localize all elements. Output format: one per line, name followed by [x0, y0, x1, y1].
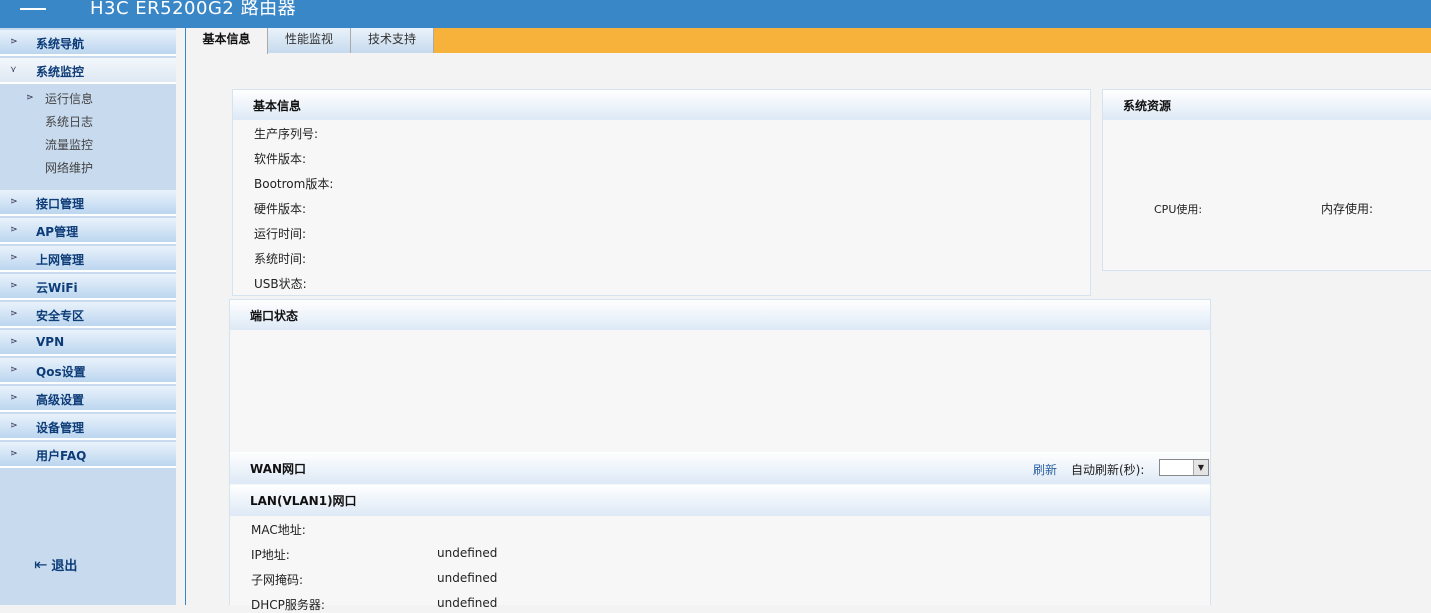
sidebar-item-qos[interactable]: ⋗ Qos设置	[0, 358, 176, 384]
sidebar-item-device[interactable]: ⋗ 设备管理	[0, 414, 176, 440]
sidebar-item-label: 接口管理	[36, 197, 85, 211]
hardware-version-label: 硬件版本:	[254, 202, 307, 216]
expand-arrow-icon: ⋗	[10, 365, 18, 375]
system-time-label: 系统时间:	[254, 252, 307, 266]
tab-bar: 基本信息 性能监视 技术支持	[186, 28, 1431, 54]
port-status-panel: 端口状态 WAN网口 刷新 自动刷新(秒): ▼ LAN(VLAN1)网口 MA…	[229, 299, 1211, 612]
sidebar-item-label: 设备管理	[36, 421, 85, 435]
lan-header: LAN(VLAN1)网口	[230, 485, 1210, 516]
basic-info-panel: 基本信息 生产序列号: 软件版本: Bootrom版本: 硬件版本: 运行时间:…	[232, 89, 1091, 296]
bootrom-version-label: Bootrom版本:	[254, 177, 334, 191]
sub-item-network-maintenance[interactable]: 网络维护	[45, 159, 93, 176]
tab-tech-support[interactable]: 技术支持	[351, 28, 434, 53]
uptime-label: 运行时间:	[254, 227, 307, 241]
expand-arrow-icon: ⋗	[10, 393, 18, 403]
memory-usage-label: 内存使用:	[1321, 202, 1374, 216]
sidebar-item-label: 安全专区	[36, 309, 85, 323]
sidebar-item-advanced[interactable]: ⋗ 高级设置	[0, 386, 176, 412]
chevron-down-icon: ▼	[1193, 460, 1208, 475]
expand-arrow-icon: ⋗	[10, 281, 18, 291]
sidebar-item-ap[interactable]: ⋗ AP管理	[0, 218, 176, 244]
expand-arrow-icon: ⋗	[10, 449, 18, 459]
expand-arrow-icon: ⋗	[10, 225, 18, 235]
sub-item-traffic-monitor[interactable]: 流量监控	[45, 136, 93, 153]
wan-header: WAN网口 刷新 自动刷新(秒): ▼	[230, 452, 1210, 484]
expand-arrow-icon: ⋗	[10, 253, 18, 263]
logout-button[interactable]: ⇤ 退出	[34, 555, 77, 574]
sidebar-item-label: 高级设置	[36, 393, 85, 407]
logout-label: 退出	[51, 559, 78, 574]
sidebar-item-label: VPN	[36, 335, 65, 349]
expand-arrow-icon: ⋗	[10, 337, 18, 347]
sidebar-item-security[interactable]: ⋗ 安全专区	[0, 302, 176, 328]
subnet-value: undefined	[437, 571, 498, 585]
expand-arrow-icon: ⋗	[10, 309, 18, 319]
expand-arrow-icon: ⋗	[10, 421, 18, 431]
collapse-arrow-icon: ⋎	[10, 65, 17, 75]
sidebar-item-label: 用户FAQ	[36, 449, 87, 463]
usb-status-label: USB状态:	[254, 277, 307, 291]
panel-title: 系统资源	[1123, 99, 1172, 113]
subnet-label: 子网掩码:	[251, 573, 304, 587]
sidebar-divider	[176, 28, 186, 605]
sidebar-item-label: 上网管理	[36, 253, 85, 267]
panel-header: 端口状态	[230, 300, 1210, 330]
lan-title: LAN(VLAN1)网口	[250, 494, 357, 508]
ip-label: IP地址:	[251, 548, 290, 562]
expand-arrow-icon: ⋗	[10, 37, 18, 47]
auto-refresh-select[interactable]: ▼	[1159, 459, 1209, 476]
mac-label: MAC地址:	[251, 523, 306, 537]
sidebar-item-label: Qos设置	[36, 365, 86, 379]
sidebar-item-system-monitor[interactable]: ⋎ 系统监控	[0, 58, 176, 84]
tab-performance[interactable]: 性能监视	[268, 28, 351, 53]
sidebar-item-faq[interactable]: ⋗ 用户FAQ	[0, 442, 176, 468]
current-item-arrow-icon: ⋗	[26, 93, 34, 103]
sidebar-item-label: 系统监控	[36, 65, 85, 79]
system-resources-panel: 系统资源 CPU使用: 内存使用:	[1102, 89, 1431, 271]
sub-item-run-info[interactable]: 运行信息	[45, 90, 93, 107]
refresh-link[interactable]: 刷新	[1033, 461, 1057, 478]
panel-title: 端口状态	[250, 309, 299, 323]
sidebar-item-internet[interactable]: ⋗ 上网管理	[0, 246, 176, 272]
sidebar-item-interface[interactable]: ⋗ 接口管理	[0, 190, 176, 216]
sidebar-item-system-nav[interactable]: ⋗ 系统导航	[0, 30, 176, 56]
page-title: H3C ER5200G2 路由器	[90, 0, 297, 19]
expand-arrow-icon: ⋗	[10, 197, 18, 207]
software-version-label: 软件版本:	[254, 152, 307, 166]
wan-title: WAN网口	[250, 462, 307, 476]
logout-icon: ⇤	[34, 555, 48, 574]
dhcp-value: undefined	[437, 596, 498, 610]
sidebar-item-label: 系统导航	[36, 37, 85, 51]
sidebar-item-vpn[interactable]: ⋗ VPN	[0, 330, 176, 356]
panel-title: 基本信息	[253, 99, 302, 113]
sub-item-system-log[interactable]: 系统日志	[45, 113, 93, 130]
panel-header: 系统资源	[1103, 90, 1431, 120]
serial-number-label: 生产序列号:	[254, 127, 319, 141]
menu-icon[interactable]	[20, 0, 46, 10]
tab-basic-info[interactable]: 基本信息	[186, 28, 268, 54]
ip-value: undefined	[437, 546, 498, 560]
sidebar-item-cloud-wifi[interactable]: ⋗ 云WiFi	[0, 274, 176, 300]
header-bar: H3C ER5200G2 路由器	[0, 0, 1431, 28]
sidebar-item-label: 云WiFi	[36, 281, 78, 295]
panel-header: 基本信息	[233, 90, 1090, 120]
cpu-usage-label: CPU使用:	[1154, 203, 1203, 216]
auto-refresh-label: 自动刷新(秒):	[1071, 463, 1145, 477]
sidebar-item-label: AP管理	[36, 225, 79, 239]
